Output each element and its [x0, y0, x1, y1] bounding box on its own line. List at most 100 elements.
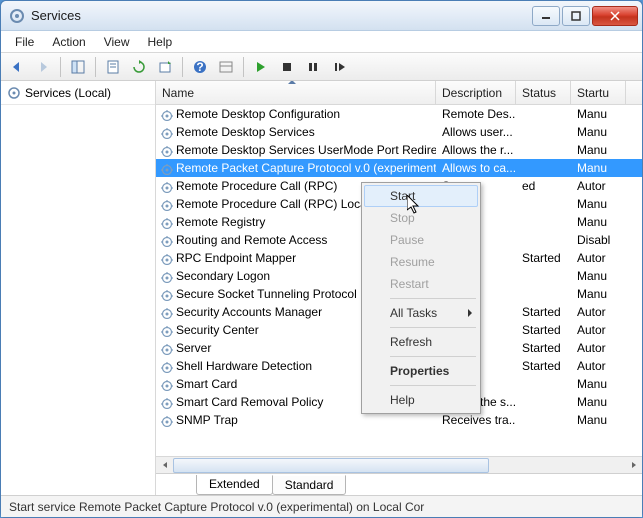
- service-startup: Manu: [577, 413, 607, 427]
- show-hide-tree-button[interactable]: [66, 55, 90, 79]
- service-status: Started: [522, 251, 561, 265]
- service-startup: Manu: [577, 215, 607, 229]
- service-row[interactable]: Remote Desktop Configuration Remote Des..…: [156, 105, 642, 123]
- menu-file[interactable]: File: [7, 33, 42, 51]
- status-bar: Start service Remote Packet Capture Prot…: [1, 495, 642, 517]
- service-startup: Manu: [577, 197, 607, 211]
- column-headers: Name Description Status Startu: [156, 81, 642, 105]
- svg-text:?: ?: [196, 60, 203, 74]
- tab-standard[interactable]: Standard: [272, 475, 347, 495]
- service-name: Routing and Remote Access: [176, 233, 327, 247]
- menu-action[interactable]: Action: [44, 33, 93, 51]
- export-list-button[interactable]: [153, 55, 177, 79]
- gear-icon: [160, 307, 174, 319]
- back-button[interactable]: [5, 55, 29, 79]
- service-description: Receives tra...: [442, 413, 516, 427]
- menu-help[interactable]: Help: [140, 33, 181, 51]
- service-name: Remote Registry: [176, 215, 265, 229]
- service-startup: Manu: [577, 395, 607, 409]
- service-name: Security Accounts Manager: [176, 305, 322, 319]
- service-name: Security Center: [176, 323, 259, 337]
- minimize-button[interactable]: [532, 6, 560, 26]
- horizontal-scrollbar[interactable]: [156, 456, 642, 473]
- service-name: SNMP Trap: [176, 413, 238, 427]
- service-name: Remote Desktop Services UserMode Port Re…: [176, 143, 436, 157]
- ctx-refresh[interactable]: Refresh: [364, 331, 478, 353]
- properties-button[interactable]: [101, 55, 125, 79]
- service-status: Started: [522, 323, 561, 337]
- col-name[interactable]: Name: [156, 81, 436, 104]
- service-status: Started: [522, 305, 561, 319]
- scroll-track[interactable]: [173, 458, 625, 473]
- menubar: File Action View Help: [1, 31, 642, 53]
- scroll-right-button[interactable]: [625, 458, 642, 473]
- ctx-resume: Resume: [364, 251, 478, 273]
- gear-icon: [160, 253, 174, 265]
- ctx-properties[interactable]: Properties: [364, 360, 478, 382]
- service-name: Remote Desktop Services: [176, 125, 315, 139]
- ctx-help[interactable]: Help: [364, 389, 478, 411]
- gear-icon: [160, 127, 174, 139]
- col-status[interactable]: Status: [516, 81, 571, 104]
- ctx-start[interactable]: Start: [364, 185, 478, 207]
- service-row[interactable]: Remote Packet Capture Protocol v.0 (expe…: [156, 159, 642, 177]
- window-title: Services: [31, 8, 530, 23]
- pause-service-button[interactable]: [301, 55, 325, 79]
- maximize-button[interactable]: [562, 6, 590, 26]
- service-name: Remote Packet Capture Protocol v.0 (expe…: [176, 161, 436, 175]
- service-startup: Manu: [577, 377, 607, 391]
- scroll-left-button[interactable]: [156, 458, 173, 473]
- service-name: Server: [176, 341, 211, 355]
- service-description: Allows user...: [442, 125, 513, 139]
- close-button[interactable]: [592, 6, 638, 26]
- service-name: Remote Desktop Configuration: [176, 107, 340, 121]
- restart-service-button[interactable]: [327, 55, 351, 79]
- service-startup: Autor: [577, 341, 606, 355]
- toolbar-btn-extra[interactable]: [214, 55, 238, 79]
- service-status: Started: [522, 359, 561, 373]
- service-startup: Disabl: [577, 233, 610, 247]
- services-window: Services File Action View Help ?: [0, 0, 643, 518]
- service-startup: Manu: [577, 107, 607, 121]
- services-app-icon: [9, 8, 25, 24]
- service-name: Smart Card: [176, 377, 237, 391]
- service-row[interactable]: Remote Desktop Services UserMode Port Re…: [156, 141, 642, 159]
- toolbar: ?: [1, 53, 642, 81]
- start-service-button[interactable]: [249, 55, 273, 79]
- service-name: Secondary Logon: [176, 269, 270, 283]
- submenu-arrow-icon: [468, 309, 472, 317]
- col-description[interactable]: Description: [436, 81, 516, 104]
- forward-button[interactable]: [31, 55, 55, 79]
- menu-view[interactable]: View: [96, 33, 138, 51]
- gear-icon: [160, 145, 174, 157]
- refresh-button[interactable]: [127, 55, 151, 79]
- titlebar[interactable]: Services: [1, 1, 642, 31]
- ctx-restart: Restart: [364, 273, 478, 295]
- gear-icon: [160, 379, 174, 391]
- stop-service-button[interactable]: [275, 55, 299, 79]
- window-buttons: [530, 6, 638, 26]
- service-name: Secure Socket Tunneling Protocol: [176, 287, 357, 301]
- col-startup[interactable]: Startu: [571, 81, 626, 104]
- ctx-all-tasks[interactable]: All Tasks: [364, 302, 478, 324]
- service-startup: Manu: [577, 269, 607, 283]
- gear-icon: [160, 109, 174, 121]
- gear-icon: [160, 289, 174, 301]
- gear-icon: [160, 163, 174, 175]
- gear-icon: [160, 235, 174, 247]
- service-name: Remote Procedure Call (RPC): [176, 179, 337, 193]
- service-description: Remote Des...: [442, 107, 516, 121]
- tab-extended[interactable]: Extended: [196, 475, 273, 495]
- tree-root-services-local[interactable]: Services (Local): [1, 81, 155, 105]
- service-description: Allows to ca...: [442, 161, 516, 175]
- gear-icon: [160, 397, 174, 409]
- service-row[interactable]: Remote Desktop ServicesAllows user...Man…: [156, 123, 642, 141]
- service-status: Started: [522, 341, 561, 355]
- gear-icon: [160, 325, 174, 337]
- service-name: Smart Card Removal Policy: [176, 395, 323, 409]
- service-startup: Manu: [577, 143, 607, 157]
- left-panel: Services (Local): [1, 81, 156, 495]
- service-startup: Manu: [577, 287, 607, 301]
- help-button[interactable]: ?: [188, 55, 212, 79]
- scroll-thumb[interactable]: [173, 458, 489, 473]
